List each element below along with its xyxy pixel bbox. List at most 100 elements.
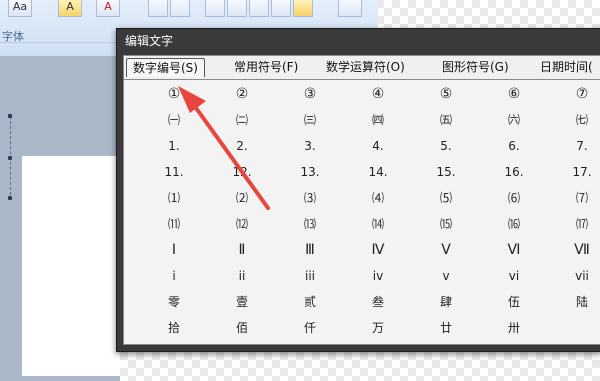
symbol-cell[interactable]: 陆 [552, 294, 600, 310]
symbol-cell[interactable]: 佰 [212, 320, 272, 336]
symbol-cell[interactable]: ii [212, 268, 272, 284]
symbol-cell[interactable]: vii [552, 268, 600, 284]
symbol-cell[interactable]: 13. [280, 164, 340, 180]
symbol-cell[interactable]: 零 [144, 294, 204, 310]
symbol-panel: ① ② ③ ④ ⑤ ⑥ ⑦ ㈠㈡㈢㈣㈤㈥㈦ 1. 2. 3. 4. 5. 6. 7. 11. 12. 13. 14.… [123, 79, 600, 345]
align-left-button[interactable] [205, 0, 225, 17]
symbol-cell[interactable]: 7. [552, 138, 600, 154]
symbol-cell[interactable]: 伍 [484, 294, 544, 310]
symbol-cell[interactable]: 卅 [484, 320, 544, 336]
symbol-cell[interactable]: vi [484, 268, 544, 284]
enclose-char-button[interactable] [170, 0, 190, 17]
symbol-cell[interactable]: Ⅳ [348, 242, 408, 258]
align-center-button[interactable] [227, 0, 247, 17]
symbol-cell[interactable]: ㈣ [348, 112, 408, 128]
symbol-cell[interactable]: ⑤ [416, 86, 476, 102]
ribbon-divider [0, 42, 116, 43]
symbol-cell[interactable]: ㈦ [552, 112, 600, 128]
symbol-cell[interactable]: 5. [416, 138, 476, 154]
symbol-cell[interactable]: ⑷ [348, 190, 408, 206]
symbol-cell[interactable]: 肆 [416, 294, 476, 310]
symbol-cell[interactable]: 廿 [416, 320, 476, 336]
tab-label: 数学运算符(O) [326, 60, 405, 74]
symbol-cell[interactable]: ② [212, 86, 272, 102]
symbol-cell[interactable]: ① [144, 86, 204, 102]
symbol-cell[interactable]: 万 [348, 320, 408, 336]
tab-common-symbols[interactable]: 常用符号(F) [228, 58, 304, 76]
symbol-cell[interactable]: ⒂ [416, 216, 476, 232]
symbol-cell[interactable]: Ⅰ [144, 242, 204, 258]
symbol-cell[interactable]: Ⅶ [552, 242, 600, 258]
symbol-cell[interactable]: ⑦ [552, 86, 600, 102]
align-right-button[interactable] [249, 0, 269, 17]
symbol-cell[interactable]: ⑸ [416, 190, 476, 206]
change-case-button[interactable]: Aa [8, 0, 32, 17]
distributed-button[interactable] [293, 0, 313, 17]
symbol-cell[interactable]: ㈠ [144, 112, 204, 128]
symbol-cell[interactable]: 3. [280, 138, 340, 154]
symbol-cell[interactable]: 叁 [348, 294, 408, 310]
symbol-cell[interactable]: Ⅱ [212, 242, 272, 258]
selection-handle[interactable] [8, 114, 12, 118]
symbol-cell[interactable]: 拾 [144, 320, 204, 336]
symbol-cell[interactable]: 6. [484, 138, 544, 154]
document-area [0, 56, 120, 381]
symbol-cell[interactable]: 仟 [280, 320, 340, 336]
justify-button[interactable] [271, 0, 291, 17]
change-case-label: Aa [12, 0, 28, 13]
document-page[interactable] [22, 156, 120, 376]
symbol-cell[interactable]: ㈥ [484, 112, 544, 128]
symbol-cell[interactable]: ⒀ [280, 216, 340, 232]
tab-label: 常用符号(F) [234, 60, 299, 74]
symbol-cell[interactable]: ⒄ [552, 216, 600, 232]
char-border-button[interactable] [148, 0, 168, 17]
symbol-cell[interactable]: 贰 [280, 294, 340, 310]
symbol-cell[interactable]: ㈡ [212, 112, 272, 128]
symbol-cell[interactable]: Ⅵ [484, 242, 544, 258]
symbol-cell[interactable]: 12. [212, 164, 272, 180]
symbol-cell[interactable]: 15. [416, 164, 476, 180]
tab-date-time[interactable]: 日期时间( [534, 58, 599, 76]
symbol-cell[interactable]: 14. [348, 164, 408, 180]
highlight-button[interactable]: A [58, 0, 82, 17]
tab-strip: 数字编号(S) 常用符号(F) 数学运算符(O) 图形符号(G) 日期时间( [123, 55, 600, 80]
symbol-cell[interactable]: 壹 [212, 294, 272, 310]
symbol-cell[interactable]: 11. [144, 164, 204, 180]
symbol-cell[interactable]: ⑶ [280, 190, 340, 206]
symbol-cell[interactable]: ⒃ [484, 216, 544, 232]
tab-math-operators[interactable]: 数学运算符(O) [320, 58, 411, 76]
symbol-cell[interactable]: iii [280, 268, 340, 284]
font-color-label: A [104, 0, 112, 13]
symbol-cell[interactable]: 4. [348, 138, 408, 154]
selection-handle[interactable] [8, 156, 12, 160]
symbol-cell[interactable]: ⑥ [484, 86, 544, 102]
line-spacing-button[interactable] [338, 0, 362, 17]
symbol-cell[interactable]: ㈢ [280, 112, 340, 128]
tab-number-codes[interactable]: 数字编号(S) [126, 58, 205, 77]
dialog-title: 编辑文字 [125, 34, 174, 48]
symbol-cell[interactable]: 17. [552, 164, 600, 180]
symbol-cell[interactable]: ⑿ [212, 216, 272, 232]
tab-graphic-symbols[interactable]: 图形符号(G) [436, 58, 515, 76]
symbol-cell[interactable]: ④ [348, 86, 408, 102]
symbol-cell[interactable]: ⑵ [212, 190, 272, 206]
symbol-cell[interactable]: Ⅴ [416, 242, 476, 258]
symbol-cell[interactable]: ③ [280, 86, 340, 102]
symbol-cell[interactable]: v [416, 268, 476, 284]
symbol-cell[interactable]: ⑴ [144, 190, 204, 206]
symbol-cell[interactable]: ⑺ [552, 190, 600, 206]
symbol-cell[interactable]: 1. [144, 138, 204, 154]
symbol-cell[interactable]: Ⅲ [280, 242, 340, 258]
symbol-cell[interactable]: 16. [484, 164, 544, 180]
font-color-button[interactable]: A [96, 0, 120, 17]
symbol-cell[interactable]: iv [348, 268, 408, 284]
symbol-cell[interactable]: ⒁ [348, 216, 408, 232]
symbol-cell[interactable]: ⑹ [484, 190, 544, 206]
symbol-cell[interactable]: 2. [212, 138, 272, 154]
symbol-cell[interactable]: i [144, 268, 204, 284]
selection-handle[interactable] [8, 196, 12, 200]
symbol-cell[interactable]: ⑾ [144, 216, 204, 232]
symbol-cell[interactable]: ㈤ [416, 112, 476, 128]
highlight-label: A [66, 0, 74, 13]
edit-text-dialog: 编辑文字 数字编号(S) 常用符号(F) 数学运算符(O) 图形符号(G) 日期… [116, 28, 600, 352]
